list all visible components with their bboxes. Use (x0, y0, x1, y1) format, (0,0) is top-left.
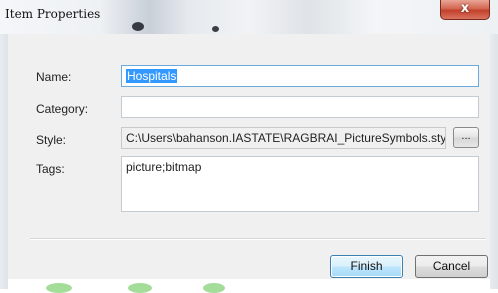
style-label: Style: (36, 133, 67, 147)
close-icon: x (460, 1, 470, 16)
background-blur (212, 26, 219, 32)
background-blur (128, 283, 152, 293)
background-blur (132, 22, 144, 31)
style-field[interactable]: C:\Users\bahanson.IASTATE\RAGBRAI_Pictur… (121, 127, 446, 149)
cancel-button[interactable]: Cancel (415, 255, 488, 278)
tags-label: Tags: (36, 162, 65, 176)
category-field[interactable] (121, 96, 479, 118)
finish-button[interactable]: Finish (330, 255, 403, 278)
category-label: Category: (36, 102, 89, 116)
close-button[interactable]: x (440, 0, 490, 20)
window-frame-left (0, 34, 8, 289)
separator (30, 238, 486, 240)
name-field-selected-text: Hospitals (126, 69, 178, 83)
tags-field[interactable]: picture;bitmap (121, 156, 479, 212)
window-frame-right (490, 34, 498, 289)
name-field[interactable]: Hospitals (121, 65, 479, 87)
name-label: Name: (36, 70, 72, 84)
window-title: Item Properties (5, 7, 101, 21)
browse-style-button[interactable]: ... (453, 127, 479, 148)
background-blur (46, 283, 72, 293)
background-blur (203, 283, 225, 293)
title-bar[interactable]: Item Properties x (0, 0, 498, 34)
